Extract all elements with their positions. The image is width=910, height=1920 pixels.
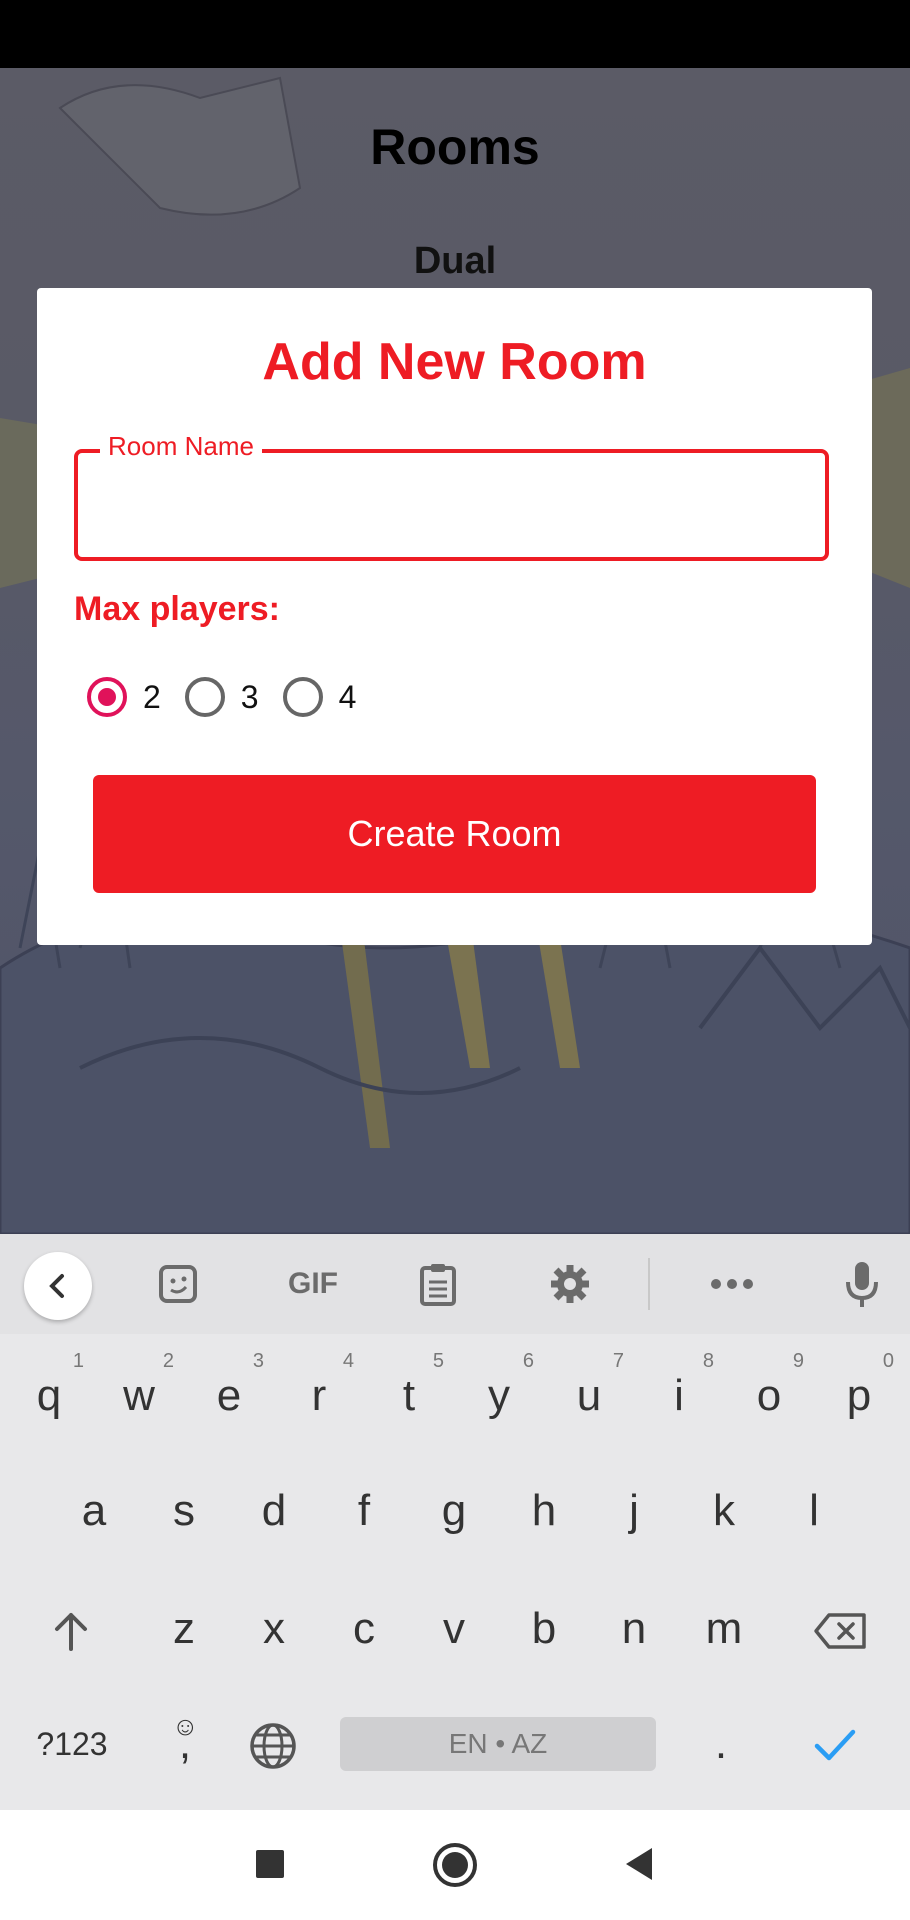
radio-option-2[interactable]: 2 — [87, 677, 161, 717]
back-icon[interactable] — [24, 1252, 92, 1320]
section-title: Dual — [413, 240, 497, 282]
globe-icon[interactable] — [228, 1689, 318, 1799]
key-x[interactable]: x — [229, 1574, 319, 1684]
period-key[interactable]: . — [676, 1689, 766, 1799]
key-b[interactable]: b — [499, 1574, 589, 1684]
key-row-3: z x c v b n m — [0, 1574, 910, 1684]
max-players-radio-group: 2 3 4 — [87, 672, 380, 722]
key-u[interactable]: u7 — [544, 1341, 634, 1451]
comma-key[interactable]: ☺ , — [140, 1689, 230, 1799]
key-k[interactable]: k — [679, 1456, 769, 1566]
settings-icon[interactable] — [542, 1256, 598, 1312]
create-room-button[interactable]: Create Room — [93, 775, 816, 893]
more-icon[interactable] — [704, 1256, 760, 1312]
key-g[interactable]: g — [409, 1456, 499, 1566]
key-i[interactable]: i8 — [634, 1341, 724, 1451]
radio-unselected-icon[interactable] — [282, 677, 323, 717]
key-z[interactable]: z — [139, 1574, 229, 1684]
back-nav-icon[interactable] — [618, 1842, 662, 1886]
radio-label: 4 — [338, 678, 357, 715]
add-room-dialog: Add New Room Room Name Max players: 2 3 … — [37, 288, 872, 945]
key-q[interactable]: q1 — [4, 1341, 94, 1451]
key-p[interactable]: p0 — [814, 1341, 904, 1451]
radio-option-4[interactable]: 4 — [282, 677, 357, 717]
key-s[interactable]: s — [139, 1456, 229, 1566]
key-v[interactable]: v — [409, 1574, 499, 1684]
enter-check-icon[interactable] — [790, 1689, 880, 1799]
key-l[interactable]: l — [769, 1456, 859, 1566]
key-e[interactable]: e3 — [184, 1341, 274, 1451]
soft-keyboard: GIF q1 w2 e3 r4 t5 y6 u7 i8 o9 p0 a s d … — [0, 1234, 910, 1810]
home-icon[interactable] — [432, 1842, 477, 1887]
room-name-field[interactable]: Room Name — [74, 431, 829, 561]
space-bar[interactable]: EN • AZ — [340, 1717, 656, 1771]
key-m[interactable]: m — [679, 1574, 769, 1684]
radio-unselected-icon[interactable] — [184, 677, 225, 717]
room-name-input[interactable] — [94, 477, 813, 535]
radio-option-3[interactable]: 3 — [184, 677, 259, 717]
radio-label: 3 — [240, 678, 259, 715]
key-y[interactable]: y6 — [454, 1341, 544, 1451]
key-f[interactable]: f — [319, 1456, 409, 1566]
key-o[interactable]: o9 — [724, 1341, 814, 1451]
key-h[interactable]: h — [499, 1456, 589, 1566]
symbols-key[interactable]: ?123 — [22, 1689, 122, 1799]
key-r[interactable]: r4 — [274, 1341, 364, 1451]
room-name-label: Room Name — [100, 431, 262, 462]
keyboard-toolbar: GIF — [0, 1234, 910, 1334]
radio-label: 2 — [143, 678, 161, 715]
radio-selected-icon[interactable] — [87, 677, 127, 717]
key-row-1: q1 w2 e3 r4 t5 y6 u7 i8 o9 p0 — [0, 1341, 910, 1451]
dialog-title: Add New Room — [262, 333, 647, 391]
backspace-icon[interactable] — [790, 1574, 890, 1684]
gif-icon[interactable]: GIF — [278, 1256, 348, 1312]
emoji-icon: ☺ — [172, 1711, 199, 1741]
key-a[interactable]: a — [49, 1456, 139, 1566]
max-players-label: Max players: — [74, 590, 280, 628]
key-w[interactable]: w2 — [94, 1341, 184, 1451]
key-d[interactable]: d — [229, 1456, 319, 1566]
key-j[interactable]: j — [589, 1456, 679, 1566]
shift-icon[interactable] — [26, 1574, 116, 1684]
mic-icon[interactable] — [834, 1256, 890, 1312]
page-title: Rooms — [370, 119, 540, 175]
recents-icon[interactable] — [248, 1842, 292, 1886]
key-t[interactable]: t5 — [364, 1341, 454, 1451]
toolbar-divider — [648, 1258, 650, 1310]
key-c[interactable]: c — [319, 1574, 409, 1684]
key-n[interactable]: n — [589, 1574, 679, 1684]
sticker-icon[interactable] — [150, 1256, 206, 1312]
key-row-2: a s d f g h j k l — [0, 1456, 910, 1566]
status-bar — [0, 0, 910, 68]
clipboard-icon[interactable] — [410, 1256, 466, 1312]
system-navigation-bar — [0, 1810, 910, 1920]
